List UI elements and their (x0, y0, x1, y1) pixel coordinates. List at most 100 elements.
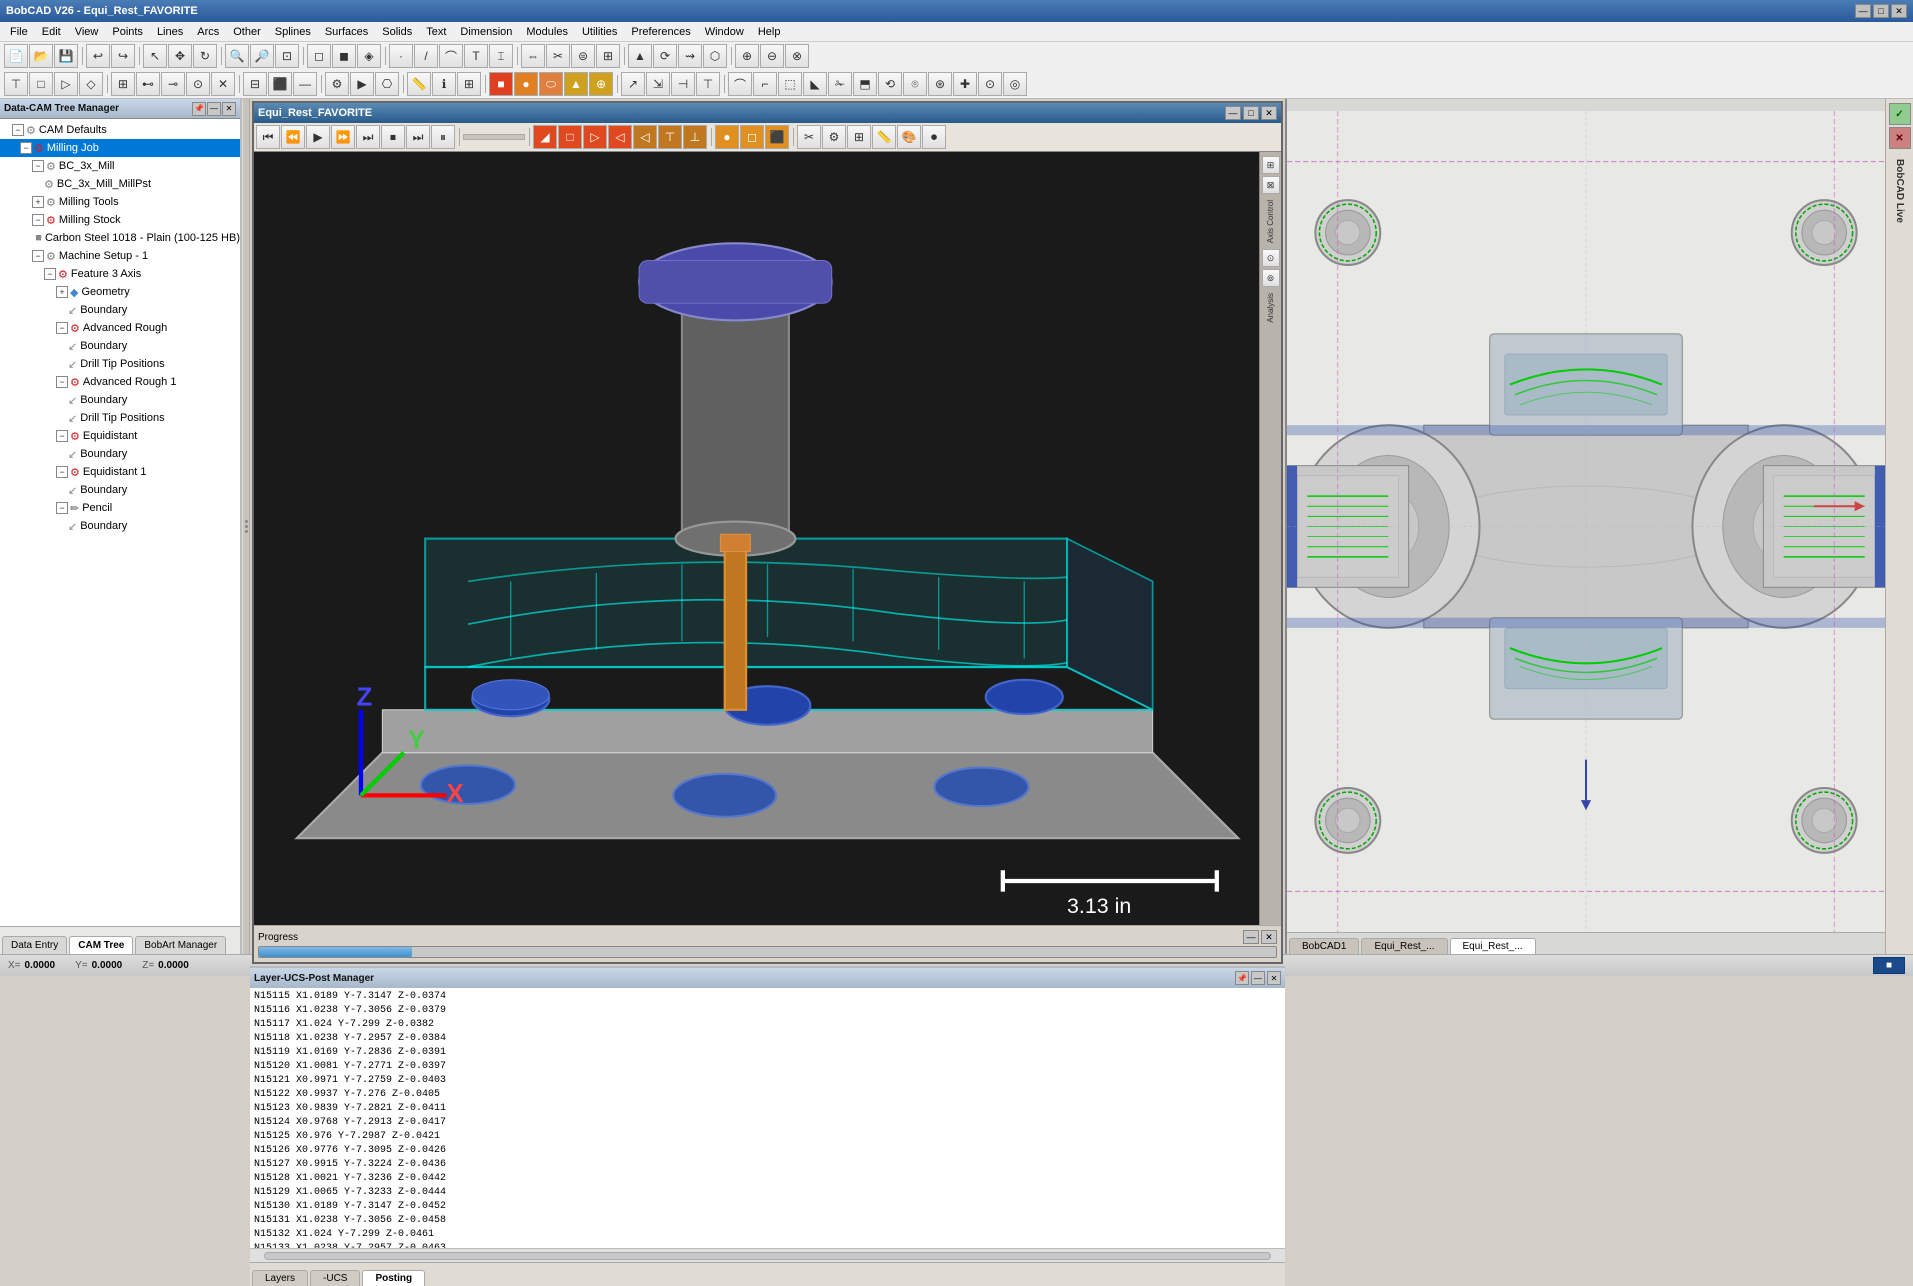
menu-help[interactable]: Help (752, 24, 787, 40)
tb2-view-front[interactable]: □ (29, 72, 53, 96)
tb2-translate[interactable]: ↗ (621, 72, 645, 96)
sim-shade[interactable]: ● (715, 125, 739, 149)
menu-dimension[interactable]: Dimension (454, 24, 518, 40)
tb2-draft[interactable]: ◣ (803, 72, 827, 96)
cam-tree-pin-btn[interactable]: 📌 (192, 102, 206, 116)
sim-view-left[interactable]: ◁ (633, 125, 657, 149)
tree-feature-3axis[interactable]: − ⚙ Feature 3 Axis (0, 265, 240, 283)
tb2-detail[interactable]: ◎ (1003, 72, 1027, 96)
sim-settings[interactable]: ⚙ (822, 125, 846, 149)
tb-new[interactable]: 📄 (4, 44, 28, 68)
menu-modules[interactable]: Modules (520, 24, 574, 40)
tb2-measure[interactable]: 📏 (407, 72, 431, 96)
tree-equidistant[interactable]: − ⚙ Equidistant (0, 427, 240, 445)
sim-forward-end[interactable]: ⏭ (356, 125, 380, 149)
sim-view-iso[interactable]: ◢ (533, 125, 557, 149)
tb-array[interactable]: ⊞ (596, 44, 620, 68)
tree-milling-tools-expand[interactable]: + (32, 196, 44, 208)
sim-axis-ctrl-2[interactable]: ⊠ (1262, 176, 1280, 194)
tb-revolve[interactable]: ⟳ (653, 44, 677, 68)
nc-code-content[interactable]: N15115 X1.0189 Y-7.3147 Z-0.0374N15116 X… (250, 988, 1285, 1248)
menu-window[interactable]: Window (699, 24, 750, 40)
tb2-solid-cyl[interactable]: ⬭ (539, 72, 563, 96)
tb2-props[interactable]: ⊞ (457, 72, 481, 96)
menu-points[interactable]: Points (106, 24, 149, 40)
tree-bc3x-millpst[interactable]: ⚙ BC_3x_Mill_MillPst (0, 175, 240, 193)
sim-stop[interactable]: ⏹ (381, 125, 405, 149)
tb-sweep[interactable]: ⇝ (678, 44, 702, 68)
tab-data-entry[interactable]: Data Entry (2, 936, 67, 954)
tb2-heal[interactable]: ✚ (953, 72, 977, 96)
tb-select[interactable]: ↖ (143, 44, 167, 68)
tree-milling-tools[interactable]: + ⚙ Milling Tools (0, 193, 240, 211)
tb2-view-iso[interactable]: ◇ (79, 72, 103, 96)
tab-layers[interactable]: Layers (252, 1270, 308, 1286)
tree-drill-tip-2[interactable]: ↙ Drill Tip Positions (0, 409, 240, 427)
sim-close-btn[interactable]: ✕ (1261, 106, 1277, 120)
cam-tree-close-btn[interactable]: ✕ (222, 102, 236, 116)
tree-pencil-expand[interactable]: − (56, 502, 68, 514)
tree-drill-tip-1[interactable]: ↙ Drill Tip Positions (0, 355, 240, 373)
sim-compare[interactable]: ⊞ (847, 125, 871, 149)
sim-render-mode[interactable]: ⬛ (765, 125, 789, 149)
tree-feature-3axis-expand[interactable]: − (44, 268, 56, 280)
tb2-fillet[interactable]: ⌒ (728, 72, 752, 96)
sim-play[interactable]: ▶ (306, 125, 330, 149)
tb2-solid-con[interactable]: ▲ (564, 72, 588, 96)
tb-arc[interactable]: ⌒ (439, 44, 463, 68)
tb2-snap-int[interactable]: ✕ (211, 72, 235, 96)
menu-preferences[interactable]: Preferences (625, 24, 696, 40)
sim-fast-forward[interactable]: ⏭ (406, 125, 430, 149)
menu-surfaces[interactable]: Surfaces (319, 24, 374, 40)
tb2-stitch[interactable]: ⊛ (928, 72, 952, 96)
tb-text[interactable]: T (464, 44, 488, 68)
sim-color-map[interactable]: 🎨 (897, 125, 921, 149)
tb-move[interactable]: ✥ (168, 44, 192, 68)
tb2-deform[interactable]: ⌾ (903, 72, 927, 96)
tree-pencil[interactable]: − ✏ Pencil (0, 499, 240, 517)
sim-timeline[interactable] (463, 134, 525, 140)
tree-milling-stock-expand[interactable]: − (32, 214, 44, 226)
tree-boundary-6[interactable]: ↙ Boundary (0, 517, 240, 535)
sim-rewind-start[interactable]: ⏮ (256, 125, 280, 149)
tree-milling-job[interactable]: − ⚙ Milling Job (0, 139, 240, 157)
tree-adv-rough-1-expand[interactable]: − (56, 376, 68, 388)
tb-boolean-add[interactable]: ⊕ (735, 44, 759, 68)
tree-boundary-2[interactable]: ↙ Boundary (0, 337, 240, 355)
tb2-snap-grid[interactable]: ⊞ (111, 72, 135, 96)
sim-viewport[interactable]: X Z Y 3.13 in ⊞ ⊠ Axis Control ⊙ ⊚ An (254, 152, 1281, 925)
minimize-button[interactable]: — (1855, 4, 1871, 18)
menu-solids[interactable]: Solids (376, 24, 418, 40)
nc-scrollbar-track[interactable] (264, 1252, 1271, 1260)
tab-bobart-manager[interactable]: BobArt Manager (135, 936, 226, 954)
menu-other[interactable]: Other (227, 24, 267, 40)
tb-redo[interactable]: ↪ (111, 44, 135, 68)
tb-zoom-fit[interactable]: ⊡ (275, 44, 299, 68)
tree-boundary-3[interactable]: ↙ Boundary (0, 391, 240, 409)
tb2-shell[interactable]: ⬚ (778, 72, 802, 96)
close-button[interactable]: ✕ (1891, 4, 1907, 18)
vp-tab-bobcad1[interactable]: BobCAD1 (1289, 938, 1359, 954)
menu-arcs[interactable]: Arcs (191, 24, 225, 40)
menu-view[interactable]: View (69, 24, 105, 40)
tree-adv-rough[interactable]: − ⚙ Advanced Rough (0, 319, 240, 337)
sim-pause[interactable]: ⏸ (431, 125, 455, 149)
menu-edit[interactable]: Edit (36, 24, 67, 40)
tb-point[interactable]: · (389, 44, 413, 68)
tree-adv-rough-1[interactable]: − ⚙ Advanced Rough 1 (0, 373, 240, 391)
tb-mirror[interactable]: ⇔ (521, 44, 545, 68)
tree-boundary-1[interactable]: ↙ Boundary (0, 301, 240, 319)
nc-pin-btn[interactable]: 📌 (1235, 971, 1249, 985)
tb-undo[interactable]: ↩ (86, 44, 110, 68)
tb2-nc[interactable]: ⎔ (375, 72, 399, 96)
tb2-explode[interactable]: ⊙ (978, 72, 1002, 96)
nc-min-btn[interactable]: — (1251, 971, 1265, 985)
tree-milling-job-expand[interactable]: − (20, 142, 32, 154)
tb2-align[interactable]: ⊣ (671, 72, 695, 96)
tree-machine-setup-expand[interactable]: − (32, 250, 44, 262)
tb2-simulate[interactable]: ▶ (350, 72, 374, 96)
sim-cut-sim[interactable]: ✂ (797, 125, 821, 149)
tb2-snap-cen[interactable]: ⊙ (186, 72, 210, 96)
tb2-solid-sph[interactable]: ● (514, 72, 538, 96)
tb-zoom-in[interactable]: 🔍 (225, 44, 249, 68)
